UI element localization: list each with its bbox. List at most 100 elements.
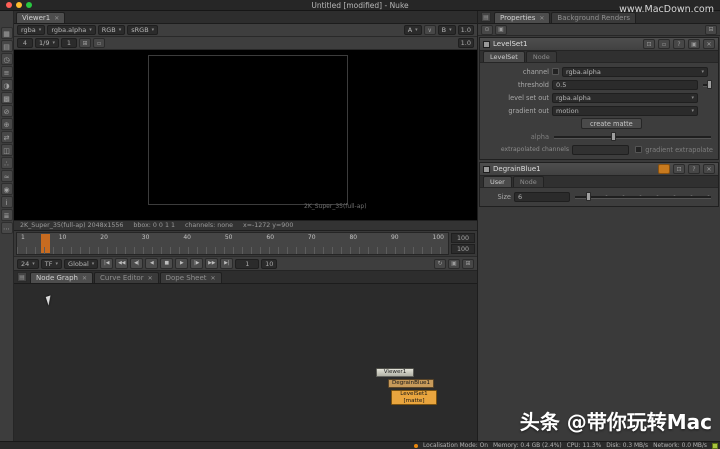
proxy-field[interactable]: 4 (17, 38, 33, 48)
trash-icon[interactable]: ⊟ (705, 24, 717, 35)
extrapolated-channels-field[interactable] (572, 144, 630, 155)
time-node-icon[interactable]: ◷ (0, 53, 13, 65)
current-frame-field[interactable]: 1 (235, 258, 260, 269)
nodegraph-canvas[interactable]: Viewer1 DegrainBlue1 LevelSet1 [matte] (14, 284, 477, 441)
gamma-field[interactable]: 1.0 (457, 38, 474, 48)
channel-dropdown[interactable]: rgba.alpha ▾ (562, 66, 708, 77)
wipe-icon[interactable]: ∨ (423, 25, 436, 35)
particles-node-icon[interactable]: ∴ (0, 157, 13, 169)
level-set-out-dropdown[interactable]: rgba.alpha ▾ (552, 92, 698, 103)
draw-node-icon[interactable]: ▤ (0, 40, 13, 52)
playhead[interactable] (40, 234, 50, 253)
threshold-slider[interactable] (703, 80, 712, 89)
play-forward-button[interactable]: ▶ (175, 258, 189, 269)
close-icon[interactable]: ✕ (54, 15, 59, 22)
roi-icon[interactable]: ⊞ (78, 38, 91, 48)
viewer-process-dropdown[interactable]: sRGB ▾ (127, 25, 159, 35)
gradient-out-dropdown[interactable]: motion ▾ (552, 105, 698, 116)
gradient-extrapolate-checkbox[interactable] (635, 146, 643, 153)
lock-icon[interactable]: ▣ (495, 24, 507, 35)
viewer-canvas[interactable]: 2K_Super_35(full-ap) (14, 50, 477, 220)
play-backward-button[interactable]: ◀ (145, 258, 159, 269)
close-icon[interactable]: ✕ (539, 15, 544, 22)
color-node-icon[interactable]: ◑ (0, 79, 13, 91)
tab-user[interactable]: User (483, 176, 512, 187)
create-matte-button[interactable]: create matte (581, 118, 642, 129)
close-icon[interactable]: ✕ (703, 39, 715, 49)
filter-node-icon[interactable]: ▩ (0, 92, 13, 104)
zoom-window-button[interactable] (26, 2, 32, 8)
prev-keyframe-button[interactable]: ◀◀ (115, 258, 129, 269)
lock-icon[interactable]: ▣ (688, 39, 700, 49)
fps-dropdown[interactable]: 24 ▾ (17, 258, 39, 269)
node-color-swatch[interactable] (483, 40, 490, 48)
tab-node[interactable]: Node (525, 51, 557, 62)
postage-stamp-icon[interactable] (658, 164, 670, 174)
toolsets-node-icon[interactable]: ≣ (0, 209, 13, 221)
frame-ruler[interactable]: 1 10 20 30 40 50 60 70 80 90 100 (16, 232, 449, 255)
size-field[interactable]: 6 (514, 191, 570, 202)
keyer-node-icon[interactable]: ⊘ (0, 105, 13, 117)
input-a-dropdown[interactable]: A ▾ (403, 25, 422, 35)
zoom-dropdown[interactable]: 1/9 ▾ (35, 38, 59, 48)
step-back-button[interactable]: ◀| (130, 258, 144, 269)
tab-node-graph[interactable]: Node Graph ✕ (30, 272, 93, 283)
alpha-channel-dropdown[interactable]: rgba.alpha ▾ (47, 25, 96, 35)
range-out-field[interactable]: 100 (451, 233, 475, 243)
close-icon[interactable]: ✕ (211, 275, 216, 282)
node-levelset1[interactable]: LevelSet1 [matte] (391, 390, 437, 405)
channel-node-icon[interactable]: ≡ (0, 66, 13, 78)
goto-start-button[interactable]: |◀ (100, 258, 114, 269)
input-b-dropdown[interactable]: B ▾ (437, 25, 456, 35)
slider-handle[interactable] (610, 132, 616, 141)
node-viewer1[interactable]: Viewer1 (376, 368, 414, 377)
views-node-icon[interactable]: ◉ (0, 183, 13, 195)
close-icon[interactable]: ✕ (703, 164, 715, 174)
merge-node-icon[interactable]: ⊕ (0, 118, 13, 130)
next-keyframe-button[interactable]: ▶▶ (205, 258, 219, 269)
pause-icon[interactable]: ▫ (92, 38, 105, 48)
slider-handle[interactable] (706, 80, 712, 89)
tab-levelset[interactable]: LevelSet (483, 51, 525, 62)
center-node-icon[interactable]: ⊡ (673, 164, 685, 174)
lock-range-icon[interactable]: ▣ (448, 258, 460, 269)
minimize-window-button[interactable] (16, 2, 22, 8)
gain-field[interactable]: 1.0 (457, 25, 474, 35)
deep-node-icon[interactable]: ≈ (0, 170, 13, 182)
transform-node-icon[interactable]: ⇄ (0, 131, 13, 143)
float-panel-icon[interactable]: ▫ (658, 39, 670, 49)
threshold-field[interactable]: 0.5 (552, 79, 698, 90)
close-window-button[interactable] (6, 2, 12, 8)
tab-dope-sheet[interactable]: Dope Sheet ✕ (159, 272, 222, 283)
help-icon[interactable]: ? (688, 164, 700, 174)
frame-increment-field[interactable]: 10 (261, 258, 278, 269)
tab-viewer1[interactable]: Viewer1 ✕ (16, 12, 66, 23)
frame-range-dropdown[interactable]: Global ▾ (64, 258, 99, 269)
panel-menu-icon[interactable]: ▤ (481, 12, 491, 22)
node-degrainblue1[interactable]: DegrainBlue1 (388, 379, 434, 388)
fullscreen-icon[interactable]: ⊞ (462, 258, 474, 269)
close-icon[interactable]: ✕ (82, 275, 87, 282)
metadata-node-icon[interactable]: i (0, 196, 13, 208)
playback-out-field[interactable]: 100 (451, 244, 475, 254)
tab-properties[interactable]: Properties ✕ (494, 12, 551, 23)
step-forward-button[interactable]: |▶ (190, 258, 204, 269)
playback-mode-dropdown[interactable]: TF ▾ (40, 258, 63, 269)
downrez-field[interactable]: 1 (60, 38, 77, 48)
display-channels-dropdown[interactable]: RGB ▾ (97, 25, 126, 35)
center-node-icon[interactable]: ⊡ (643, 39, 655, 49)
pin-icon[interactable]: ⊙ (481, 24, 493, 35)
3d-node-icon[interactable]: ◫ (0, 144, 13, 156)
channel-checkbox[interactable] (552, 68, 559, 75)
slider-handle[interactable] (585, 192, 591, 201)
close-icon[interactable]: ✕ (148, 275, 153, 282)
tab-curve-editor[interactable]: Curve Editor ✕ (94, 272, 159, 283)
other-node-icon[interactable]: ⋯ (0, 222, 13, 234)
levelset1-panel-header[interactable]: LevelSet1 ⊡ ▫ ? ▣ ✕ (480, 38, 718, 51)
tab-node[interactable]: Node (512, 176, 544, 187)
help-icon[interactable]: ? (673, 39, 685, 49)
node-color-swatch[interactable] (483, 165, 490, 173)
stop-button[interactable]: ■ (160, 258, 174, 269)
degrainblue1-panel-header[interactable]: DegrainBlue1 ⊡ ? ✕ (480, 163, 718, 176)
alpha-slider[interactable] (554, 132, 711, 141)
